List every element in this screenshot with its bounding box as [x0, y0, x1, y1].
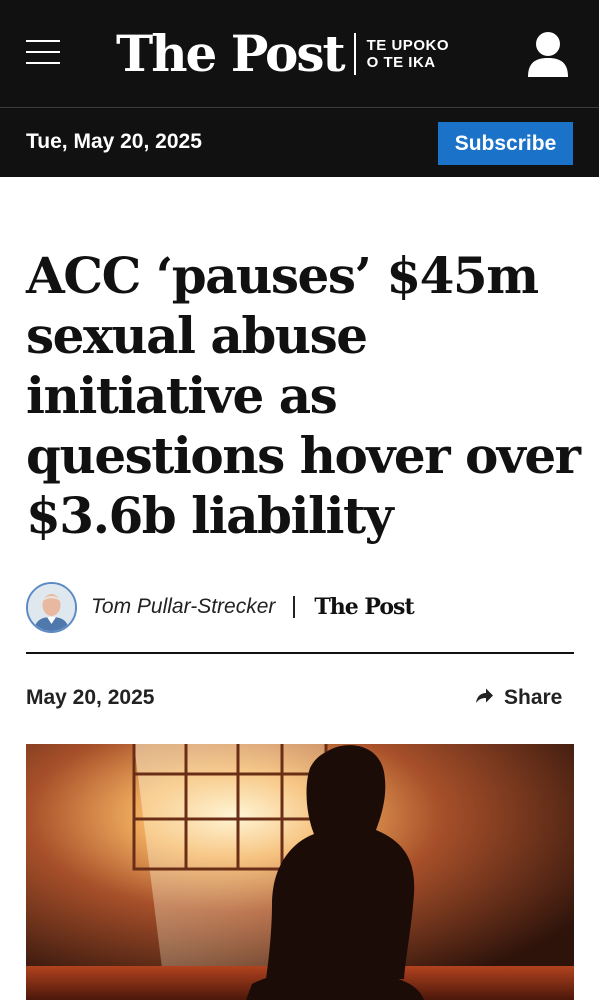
date-bar: Tue, May 20, 2025 Subscribe: [0, 107, 599, 177]
share-label: Share: [504, 686, 563, 709]
byline-rule: [26, 652, 574, 654]
brand-divider: [353, 33, 356, 75]
share-arrow-icon: [474, 687, 494, 710]
current-date: Tue, May 20, 2025: [26, 130, 202, 153]
byline: Tom Pullar-Strecker The Post: [26, 580, 574, 634]
hamburger-menu-icon[interactable]: [26, 40, 60, 70]
brand-subtitle: TE UPOKO O TE IKA: [366, 37, 449, 71]
brand-name: The Post: [116, 24, 346, 83]
publish-date: May 20, 2025: [26, 686, 155, 709]
site-header: The Post TE UPOKO O TE IKA: [0, 0, 599, 107]
article-headline: ACC ‘pauses’ $45m sexual abuse initiativ…: [26, 246, 581, 545]
article-hero-image[interactable]: [26, 744, 574, 1000]
subscribe-button[interactable]: Subscribe: [438, 122, 573, 165]
author-name[interactable]: Tom Pullar-Strecker: [91, 595, 275, 619]
publication-logo: The Post: [314, 594, 414, 620]
author-avatar[interactable]: [26, 581, 77, 633]
user-account-icon[interactable]: [526, 30, 570, 78]
site-logo[interactable]: The Post TE UPOKO O TE IKA: [116, 22, 459, 86]
byline-divider: [293, 596, 296, 618]
share-button[interactable]: Share: [474, 684, 562, 712]
